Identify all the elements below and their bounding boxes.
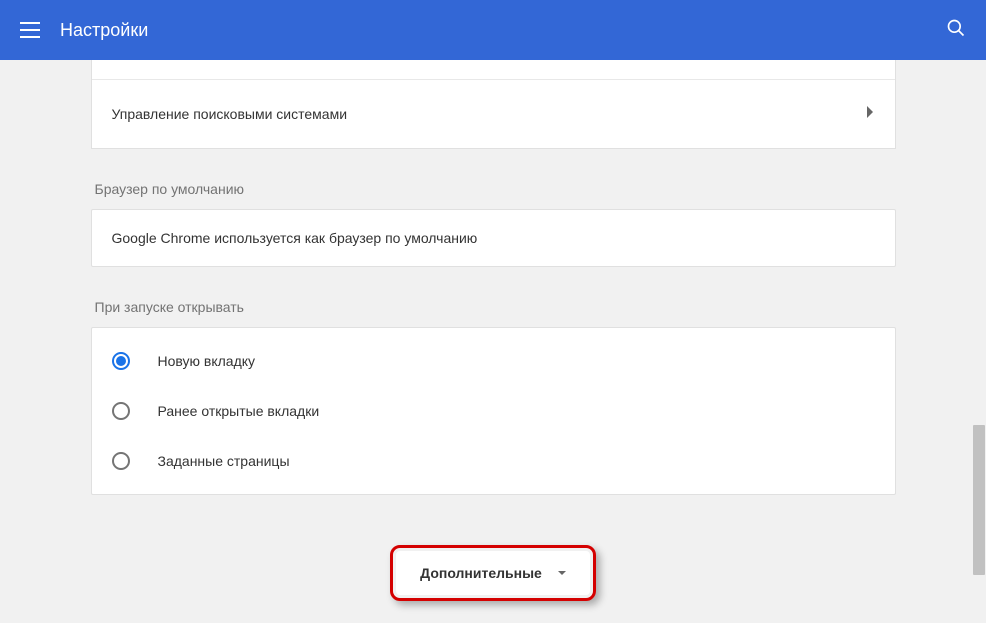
content-area: Управление поисковыми системами Браузер … [0,60,986,545]
manage-search-engines-label: Управление поисковыми системами [112,106,348,122]
default-browser-card: Google Chrome используется как браузер п… [91,209,896,267]
search-engine-card: Управление поисковыми системами [91,60,896,149]
on-startup-section-title: При запуске открывать [95,299,896,315]
radio-label: Новую вкладку [158,353,256,369]
chevron-down-icon [558,571,566,575]
settings-main: Управление поисковыми системами Браузер … [91,60,896,545]
advanced-button[interactable]: Дополнительные [396,551,590,595]
app-header: Настройки [0,0,986,60]
chevron-right-icon [867,105,875,123]
scrollbar[interactable] [972,60,986,623]
default-browser-status-row: Google Chrome используется как браузер п… [92,210,895,266]
radio-icon [112,352,130,370]
on-startup-card: Новую вкладку Ранее открытые вкладки Зад… [91,327,896,495]
startup-option-new-tab[interactable]: Новую вкладку [92,336,895,386]
search-icon[interactable] [946,18,966,43]
partial-row [92,60,895,80]
page-title: Настройки [60,20,148,41]
radio-icon [112,402,130,420]
default-browser-status-text: Google Chrome используется как браузер п… [112,230,478,246]
header-left: Настройки [20,20,148,41]
default-browser-section-title: Браузер по умолчанию [95,181,896,197]
scrollbar-thumb[interactable] [973,425,985,575]
startup-option-specific-pages[interactable]: Заданные страницы [92,436,895,486]
menu-icon[interactable] [20,22,40,38]
manage-search-engines-row[interactable]: Управление поисковыми системами [92,80,895,148]
radio-icon [112,452,130,470]
radio-label: Заданные страницы [158,453,290,469]
startup-option-continue[interactable]: Ранее открытые вкладки [92,386,895,436]
startup-radio-group: Новую вкладку Ранее открытые вкладки Зад… [92,328,895,494]
radio-label: Ранее открытые вкладки [158,403,320,419]
advanced-label: Дополнительные [420,565,542,581]
highlight-annotation: Дополнительные [390,545,596,601]
